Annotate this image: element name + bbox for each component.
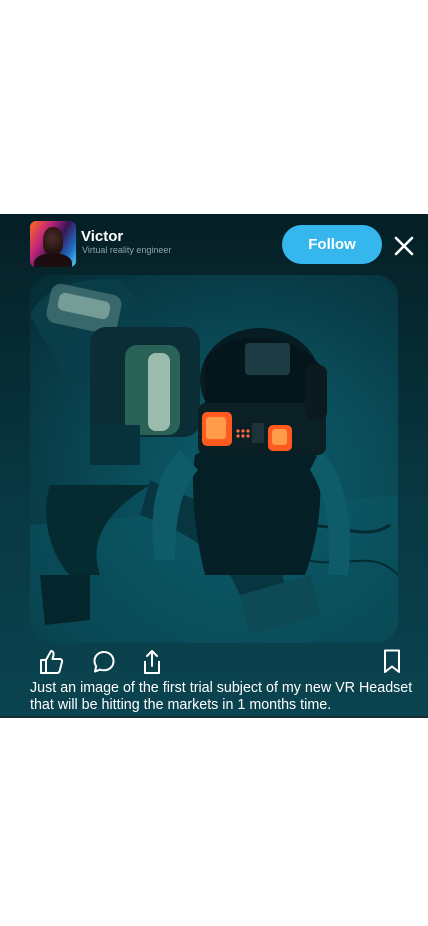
follow-button[interactable]: Follow — [282, 225, 382, 264]
thumbs-up-icon[interactable] — [38, 648, 64, 676]
post-card: Victor Virtual reality engineer Follow J… — [0, 214, 428, 718]
avatar[interactable] — [30, 221, 76, 267]
divider — [0, 716, 428, 718]
post-caption: Just an image of the first trial subject… — [30, 680, 413, 713]
avatar-shoulders — [34, 253, 72, 267]
close-icon[interactable] — [392, 234, 416, 258]
avatar-face — [43, 227, 63, 255]
share-icon[interactable] — [142, 648, 162, 676]
comment-icon[interactable] — [92, 648, 116, 676]
post-actions — [0, 648, 428, 678]
bookmark-icon[interactable] — [382, 648, 402, 676]
post-image[interactable] — [30, 275, 398, 643]
vr-headset-photo — [30, 279, 398, 643]
user-name[interactable]: Victor — [81, 228, 123, 245]
user-title: Virtual reality engineer — [82, 245, 172, 255]
